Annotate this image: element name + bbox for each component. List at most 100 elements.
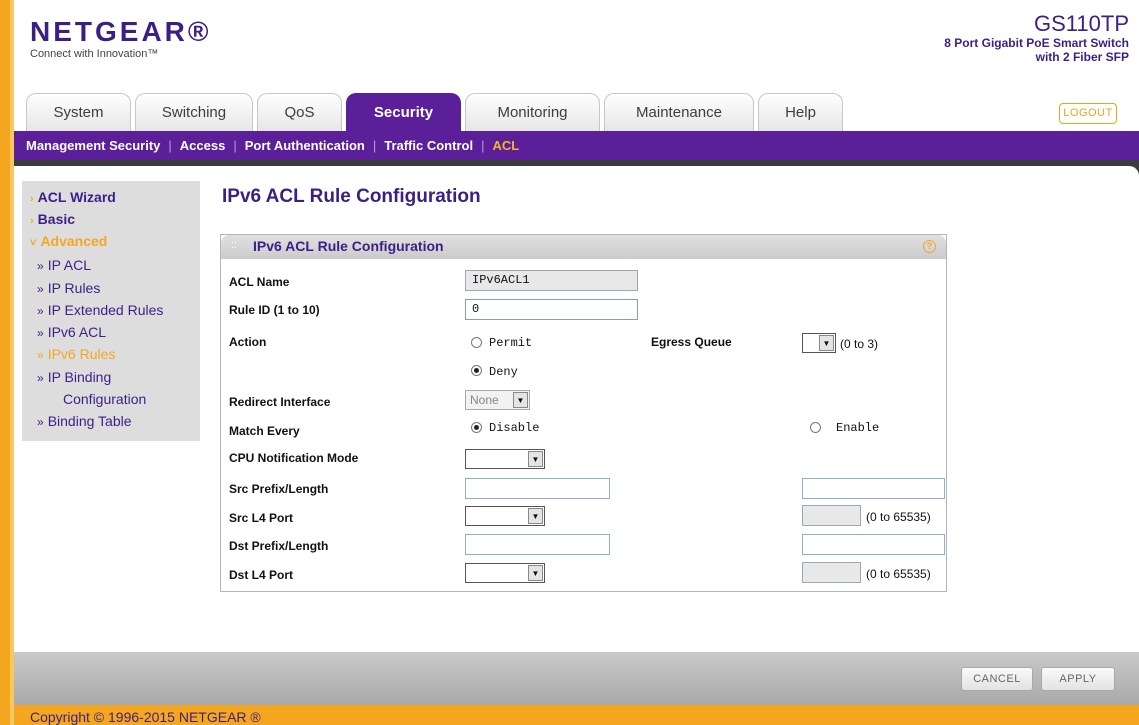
- sidebar-item-ip-extended-rules[interactable]: » IP Extended Rules: [37, 302, 163, 318]
- subnav-acl[interactable]: ACL: [492, 138, 519, 153]
- src-l4-port-range: (0 to 65535): [866, 510, 931, 524]
- sidebar-item-ipv6-acl[interactable]: » IPv6 ACL: [37, 324, 106, 340]
- dst-l4-port-select[interactable]: ▼: [465, 563, 545, 583]
- match-every-enable-radio[interactable]: [810, 422, 821, 433]
- sidebar-item-label: Binding Table: [47, 413, 132, 429]
- egress-queue-select[interactable]: ▼: [802, 333, 836, 353]
- chevron-right-icon: ›: [30, 193, 34, 205]
- chevron-down-icon: ▼: [528, 565, 543, 581]
- subnav-traffic-control[interactable]: Traffic Control: [384, 138, 473, 153]
- cancel-button[interactable]: CANCEL: [961, 667, 1033, 691]
- match-every-label: Match Every: [229, 424, 300, 438]
- model-info: GS110TP 8 Port Gigabit PoE Smart Switch …: [944, 11, 1129, 65]
- sidebar-item-label: Configuration: [63, 391, 147, 407]
- rule-id-input[interactable]: 0: [465, 299, 638, 320]
- match-every-enable-label: Enable: [836, 421, 880, 435]
- sidebar-item-ipv6-rules[interactable]: » IPv6 Rules: [37, 346, 115, 362]
- panel-header: :: IPv6 ACL Rule Configuration ?: [221, 235, 946, 259]
- double-chevron-icon: »: [37, 259, 44, 273]
- action-permit-label: Permit: [489, 336, 533, 350]
- tab-switching[interactable]: Switching: [135, 93, 253, 131]
- logout-button[interactable]: LOGOUT: [1059, 103, 1117, 124]
- tab-maintenance[interactable]: Maintenance: [604, 93, 754, 131]
- drag-grip-icon: ::: [231, 239, 238, 251]
- tab-system[interactable]: System: [26, 93, 131, 131]
- sidebar-item-advanced[interactable]: ˅ Advanced: [30, 233, 107, 249]
- redirect-interface-select: None ▼: [465, 390, 530, 410]
- dst-l4-port-input: [802, 562, 861, 583]
- egress-queue-label: Egress Queue: [651, 335, 732, 349]
- egress-queue-range: (0 to 3): [840, 337, 879, 351]
- tab-monitoring[interactable]: Monitoring: [465, 93, 600, 131]
- double-chevron-icon: »: [37, 348, 44, 362]
- sidebar-item-label: IPv6 ACL: [47, 324, 107, 340]
- help-icon[interactable]: ?: [923, 240, 936, 253]
- cpu-notification-label: CPU Notification Mode: [229, 451, 359, 465]
- chevron-down-icon: ▼: [528, 508, 543, 524]
- double-chevron-icon: »: [37, 282, 44, 296]
- match-every-disable-radio[interactable]: [471, 422, 482, 433]
- model-description-1: 8 Port Gigabit PoE Smart Switch: [944, 36, 1129, 50]
- chevron-down-icon: ˅: [30, 237, 37, 249]
- sidebar-item-basic[interactable]: › Basic: [30, 211, 75, 227]
- chevron-down-icon: ▼: [819, 335, 834, 351]
- sidebar-item-label: ACL Wizard: [37, 189, 116, 205]
- subnav-separator: |: [233, 138, 237, 153]
- sidebar-item-acl-wizard[interactable]: › ACL Wizard: [30, 189, 116, 205]
- netgear-logo: NETGEAR® Connect with Innovation™: [30, 16, 212, 61]
- subnav-access[interactable]: Access: [180, 138, 226, 153]
- src-prefix-length-input[interactable]: [802, 478, 945, 499]
- src-prefix-input[interactable]: [465, 478, 610, 499]
- dst-prefix-input[interactable]: [465, 534, 610, 555]
- src-l4-port-select[interactable]: ▼: [465, 506, 545, 526]
- double-chevron-icon: »: [37, 371, 44, 385]
- tab-help[interactable]: Help: [758, 93, 843, 131]
- acl-name-field: IPv6ACL1: [465, 270, 638, 291]
- panel-title: IPv6 ACL Rule Configuration: [253, 238, 444, 254]
- model-description-2: with 2 Fiber SFP: [1035, 50, 1129, 64]
- subnav-separator: |: [372, 138, 377, 153]
- sidebar-item-label: IP Extended Rules: [47, 302, 164, 318]
- sidebar-item-label: IP ACL: [47, 257, 92, 273]
- dst-prefix-length-input[interactable]: [802, 534, 945, 555]
- double-chevron-icon: »: [37, 326, 44, 340]
- rule-id-label: Rule ID (1 to 10): [229, 303, 320, 317]
- redirect-interface-label: Redirect Interface: [229, 395, 331, 409]
- action-permit-radio[interactable]: [471, 337, 482, 348]
- security-subnav: Management Security | Access | Port Auth…: [14, 131, 1139, 160]
- tab-security[interactable]: Security: [346, 93, 461, 131]
- main-tabs: System Switching QoS Security Monitoring…: [26, 93, 847, 131]
- src-l4-port-input: [802, 505, 861, 526]
- dst-prefix-label: Dst Prefix/Length: [229, 539, 329, 553]
- sidebar-item-label: IPv6 Rules: [47, 346, 116, 362]
- sidebar-item-ip-acl[interactable]: » IP ACL: [37, 257, 91, 273]
- tab-qos[interactable]: QoS: [257, 93, 342, 131]
- cpu-notification-select[interactable]: ▼: [465, 449, 545, 469]
- sidebar-item-label: IP Binding: [47, 369, 112, 385]
- acl-name-label: ACL Name: [229, 275, 290, 289]
- sidebar-item-ip-rules[interactable]: » IP Rules: [37, 280, 100, 296]
- match-every-disable-label: Disable: [489, 421, 540, 435]
- subnav-management-security[interactable]: Management Security: [26, 138, 160, 153]
- src-prefix-label: Src Prefix/Length: [229, 482, 329, 496]
- chevron-down-icon: ▼: [513, 392, 528, 408]
- chevron-right-icon: ›: [30, 215, 34, 227]
- copyright-text: Copyright © 1996-2015 NETGEAR ®: [30, 709, 261, 725]
- action-deny-radio[interactable]: [471, 365, 482, 376]
- double-chevron-icon: »: [37, 304, 44, 318]
- redirect-interface-value: None: [470, 393, 499, 407]
- sidebar-item-label: IP Rules: [47, 280, 101, 296]
- model-name: GS110TP: [1034, 11, 1129, 36]
- src-l4-port-label: Src L4 Port: [229, 511, 294, 525]
- apply-button[interactable]: APPLY: [1041, 667, 1115, 691]
- sidebar-item-ip-binding[interactable]: » IP Binding: [37, 369, 111, 385]
- subnav-separator: |: [168, 138, 172, 153]
- action-label: Action: [229, 335, 267, 349]
- sidebar-item-label: Basic: [37, 211, 76, 227]
- double-chevron-icon: »: [37, 415, 44, 429]
- logo-word: NETGEAR®: [30, 16, 212, 47]
- subnav-port-authentication[interactable]: Port Authentication: [245, 138, 365, 153]
- sidebar-item-binding-table[interactable]: » Binding Table: [37, 413, 132, 429]
- subnav-separator: |: [481, 138, 485, 153]
- sidebar-item-ip-binding-config[interactable]: Configuration: [63, 391, 146, 407]
